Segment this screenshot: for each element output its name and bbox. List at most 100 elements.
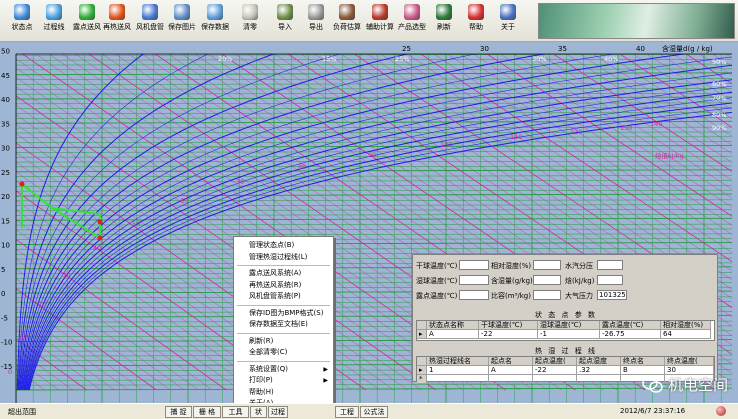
rh-label: 50% (712, 58, 726, 66)
table-cell: 1 (427, 366, 489, 375)
table-header-cell: 状态点名称 (427, 321, 479, 330)
state-point-table[interactable]: 状态点名称 干球温度(℃) 湿球温度(℃) 露点温度(℃) 相对湿度(%) ▸ A -22-… (416, 320, 715, 341)
banner-image (538, 3, 735, 39)
process-table-header: 热湿过程线名 起点名 起点温度(起点湿度 终点名 终点温度( (417, 357, 714, 366)
param-label: 干球温度(℃) (416, 262, 458, 270)
param-value-field[interactable] (533, 275, 561, 285)
y-tick-label: 5 (1, 266, 5, 274)
toolbar-button-clear[interactable]: 清零 (234, 2, 266, 40)
param-value-field[interactable] (533, 260, 561, 270)
menu-item[interactable]: 保存数据至文档(E) (234, 319, 333, 330)
toolbar-button-export[interactable]: 导出 (300, 2, 332, 40)
table-header-cell: 热湿过程线名 (427, 357, 489, 366)
menu-item[interactable]: 保存ID图为BMP格式(S) (234, 308, 333, 319)
fan-coil-icon (142, 4, 158, 20)
save-image-icon (174, 4, 190, 20)
toolbar-button-about[interactable]: 关于 (492, 2, 524, 40)
toolbar-button-fan-coil[interactable]: 风机盘管 (134, 2, 166, 40)
y-tick-label: -5 (1, 314, 8, 322)
enthalpy-label: 70 (236, 178, 244, 186)
table-cell (489, 375, 533, 384)
param-value-field[interactable] (533, 290, 561, 300)
y-tick-label: 0 (1, 290, 5, 298)
toolbar-button-reheat-supply[interactable]: 再热送风 (101, 2, 133, 40)
enthalpy-label: 20 (38, 300, 46, 308)
toolbar-button-aux-calc[interactable]: 辅助计算 (364, 2, 396, 40)
table-cell: A (427, 330, 479, 339)
menu-item[interactable]: 系统设置(Q) ▶ (234, 364, 333, 375)
enthalpy-label: 60 (180, 197, 188, 205)
param-value-field[interactable]: 101325 (597, 290, 627, 300)
status-indicator-icon (716, 406, 726, 416)
rh-label: 15% (322, 55, 336, 63)
toolbar-button-save-data[interactable]: 保存数据 (199, 2, 231, 40)
table-cell: -22 (533, 366, 577, 375)
menu-item[interactable]: 全部清零(C) (234, 347, 333, 358)
menu-item-label: 打印(P) (249, 376, 273, 384)
x-tick-label: 25 (402, 45, 411, 53)
submenu-arrow-icon: ▶ (323, 377, 328, 384)
menu-item[interactable]: 管理热湿过程线(L) (234, 252, 333, 263)
toolbar-button-dew-supply[interactable]: 露点送风 (71, 2, 103, 40)
y-tick-label: 25 (1, 169, 10, 177)
menu-item[interactable]: 再热送风系统(R) (234, 280, 333, 291)
param-label: 焓(kJ/kg) (565, 277, 595, 285)
toolbar-button-help[interactable]: 帮助 (460, 2, 492, 40)
process-line-icon (46, 4, 62, 20)
menu-item[interactable]: 帮助(H) (234, 387, 333, 398)
table-cell (427, 375, 489, 384)
enthalpy-label: 140 (650, 120, 662, 128)
y-tick-label: 10 (1, 242, 10, 250)
menu-separator (237, 332, 330, 334)
status-bar: 超出范围 捕 捉栅 格工具状过程 工程 公式法 2012/6/7 23:37:16 (0, 403, 738, 419)
enthalpy-label: 40 (93, 244, 101, 252)
menu-item[interactable]: 风机盘管系统(P) (234, 291, 333, 302)
rh-label: 80% (712, 111, 726, 119)
rh-label: 60% (712, 80, 726, 88)
y-tick-label: -10 (1, 339, 12, 347)
menu-item-label: 保存数据至文档(E) (249, 320, 308, 328)
status-tab[interactable]: 状 (250, 406, 267, 418)
toolbar-button-product-select[interactable]: 产品选型 (396, 2, 428, 40)
menu-item[interactable]: 露点送风系统(A) (234, 268, 333, 279)
process-line-table-title: 热 湿 过 程 线 (535, 347, 597, 355)
about-icon (500, 4, 516, 20)
save-data-icon (207, 4, 223, 20)
status-tab[interactable]: 工程 (335, 406, 359, 418)
status-tab[interactable]: 公式法 (360, 406, 388, 418)
toolbar-button-save-image[interactable]: 保存图片 (166, 2, 198, 40)
param-value-field[interactable] (597, 260, 623, 270)
toolbar-button-state-point[interactable]: 状态点 (6, 2, 38, 40)
status-tab[interactable]: 捕 捉 (165, 406, 192, 418)
submenu-arrow-icon: ▶ (323, 365, 328, 373)
menu-item-label: 系统设置(Q) (249, 364, 288, 373)
menu-item[interactable]: 刷新(R) (234, 336, 333, 347)
rh-label: 70% (712, 94, 726, 102)
toolbar-button-load-estimate[interactable]: 负荷估算 (331, 2, 363, 40)
y-tick-label: 50 (1, 48, 10, 56)
table-row[interactable]: ▸ A -22 -1 -26.75 64 (417, 330, 714, 339)
enthalpy-label: 100 (440, 141, 452, 149)
status-tab[interactable]: 过程 (268, 406, 288, 418)
param-value-field[interactable] (459, 275, 489, 285)
x-tick-label: 40 (636, 45, 645, 53)
toolbar-button-process-line[interactable]: 过程线 (38, 2, 70, 40)
menu-item[interactable]: 打印(P) ▶ (234, 375, 333, 386)
param-label: 露点温度(℃) (416, 292, 458, 300)
toolbar-button-import[interactable]: 导入 (269, 2, 301, 40)
param-value-field[interactable] (597, 275, 623, 285)
table-header-cell: 终点温度( (665, 357, 714, 366)
menu-item[interactable]: 管理状态点(B) (234, 240, 333, 251)
x-tick-label: 30 (480, 45, 489, 53)
status-tab[interactable]: 栅 格 (193, 406, 221, 418)
enthalpy-label: 110 (510, 133, 522, 141)
y-tick-label: 40 (1, 96, 10, 104)
toolbar-button-refresh[interactable]: 刷新 (428, 2, 460, 40)
param-value-field[interactable] (459, 260, 489, 270)
table-header-cell: 起点湿度 (577, 357, 621, 366)
menu-item-label: 全部清零(C) (249, 348, 288, 356)
import-icon (277, 4, 293, 20)
y-tick-label: 35 (1, 120, 10, 128)
status-tab[interactable]: 工具 (222, 406, 249, 418)
param-value-field[interactable] (459, 290, 489, 300)
